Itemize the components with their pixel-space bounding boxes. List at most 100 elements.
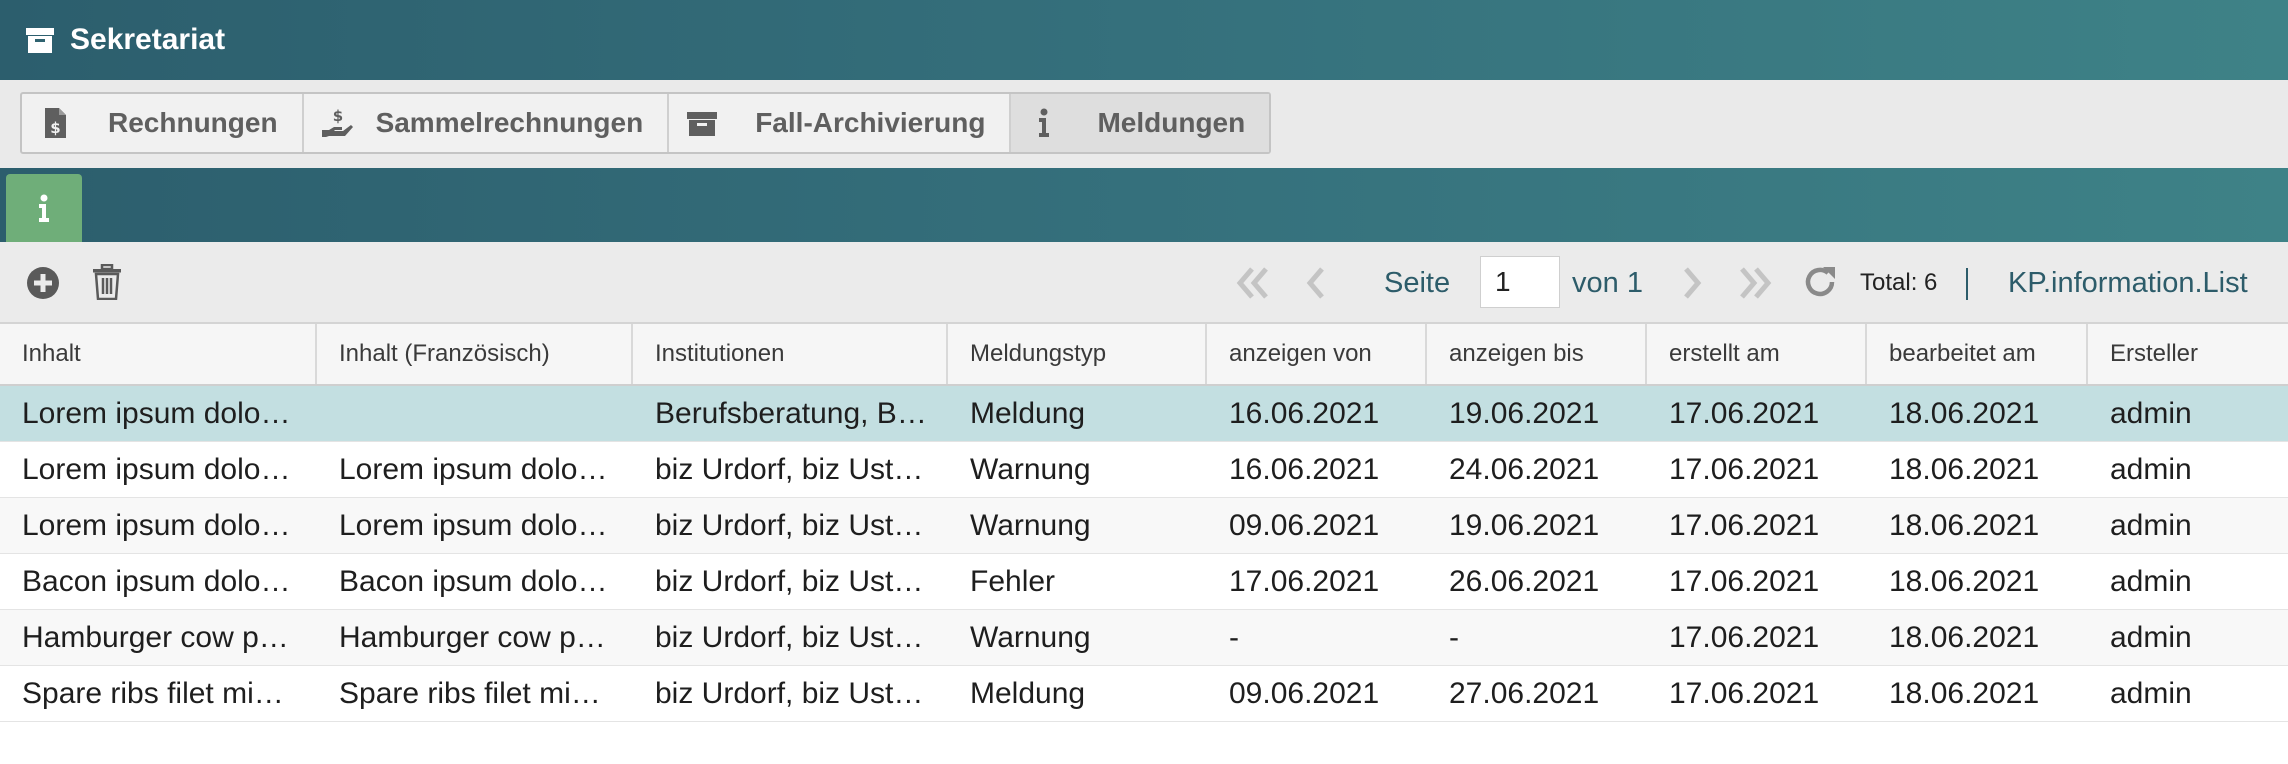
cell-anzeigen-von: 16.06.2021 (1229, 452, 1380, 486)
cell-meldungstyp: Warnung (970, 620, 1091, 654)
column-header-inhalt-franzoesisch[interactable]: Inhalt (Französisch) (317, 324, 633, 384)
tab-sammelrechnungen[interactable]: $ Sammelrechnungen (304, 94, 670, 152)
total-count: Total: 6 (1860, 269, 1938, 296)
cell-inhalt-franzoesisch: Spare ribs filet mi… (339, 676, 601, 710)
next-page-icon[interactable] (1680, 266, 1704, 300)
list-name-link[interactable]: KP.information.List (2008, 242, 2248, 324)
cell-erstellt-am: 17.06.2021 (1669, 508, 1820, 542)
cell-bearbeitet-am: 18.06.2021 (1889, 452, 2040, 486)
info-icon (1039, 108, 1050, 137)
tab-sammelrechnungen-label: Sammelrechnungen (375, 107, 644, 138)
info-subtab[interactable] (6, 174, 82, 242)
column-header-ersteller[interactable]: Ersteller (2088, 324, 2288, 384)
cell-ersteller: admin (2110, 396, 2192, 430)
messages-table: Inhalt Inhalt (Französisch) Institutione… (0, 324, 2288, 722)
cell-meldungstyp: Warnung (970, 452, 1091, 486)
page-number-input[interactable] (1480, 256, 1560, 308)
cell-ersteller: admin (2110, 676, 2192, 710)
column-header-erstellt-am[interactable]: erstellt am (1647, 324, 1867, 384)
table-row[interactable]: Lorem ipsum dolo… Berufsberatung, B… Mel… (0, 386, 2288, 442)
cell-anzeigen-bis: 24.06.2021 (1449, 452, 1600, 486)
cell-inhalt: Lorem ipsum dolo… (22, 508, 291, 542)
cell-erstellt-am: 17.06.2021 (1669, 564, 1820, 598)
app-title: Sekretariat (70, 23, 226, 56)
cell-erstellt-am: 17.06.2021 (1669, 396, 1820, 430)
cell-ersteller: admin (2110, 564, 2192, 598)
tab-rechnungen[interactable]: $ Rechnungen (22, 94, 304, 152)
invoice-dollar-icon: $ (45, 108, 66, 138)
cell-bearbeitet-am: 18.06.2021 (1889, 508, 2040, 542)
archive-box-icon (26, 28, 54, 53)
cell-erstellt-am: 17.06.2021 (1669, 620, 1820, 654)
trash-icon[interactable] (92, 264, 122, 300)
cell-institutionen: Berufsberatung, B… (655, 396, 927, 430)
cell-inhalt-franzoesisch: Lorem ipsum dolo… (339, 508, 608, 542)
last-page-icon[interactable] (1734, 266, 1774, 300)
cell-institutionen: biz Urdorf, biz Ust… (655, 564, 924, 598)
cell-ersteller: admin (2110, 620, 2192, 654)
cell-anzeigen-von: 09.06.2021 (1229, 508, 1380, 542)
cell-inhalt-franzoesisch: Lorem ipsum dolo… (339, 452, 608, 486)
tab-meldungen[interactable]: Meldungen (1011, 94, 1270, 152)
page-count-label: von 1 (1572, 266, 1643, 299)
column-header-meldungstyp[interactable]: Meldungstyp (948, 324, 1207, 384)
cell-inhalt-franzoesisch (317, 386, 633, 441)
info-icon (39, 194, 49, 222)
table-row[interactable]: Lorem ipsum dolo… Lorem ipsum dolo… biz … (0, 442, 2288, 498)
cell-ersteller: admin (2110, 452, 2192, 486)
hand-dollar-icon: $ (321, 107, 353, 137)
cell-anzeigen-von: 09.06.2021 (1229, 676, 1380, 710)
cell-inhalt: Hamburger cow p… (22, 620, 289, 654)
cell-meldungstyp: Meldung (970, 396, 1086, 430)
column-header-inhalt[interactable]: Inhalt (0, 324, 317, 384)
page-label: Seite (1384, 266, 1451, 299)
cell-anzeigen-bis: 27.06.2021 (1449, 676, 1600, 710)
table-row[interactable]: Lorem ipsum dolo… Lorem ipsum dolo… biz … (0, 498, 2288, 554)
column-header-institutionen[interactable]: Institutionen (633, 324, 948, 384)
toolbar-separator (1966, 268, 1968, 300)
table-row[interactable]: Hamburger cow p… Hamburger cow p… biz Ur… (0, 610, 2288, 666)
table-row[interactable]: Spare ribs filet mi… Spare ribs filet mi… (0, 666, 2288, 722)
column-header-bearbeitet-am[interactable]: bearbeitet am (1867, 324, 2088, 384)
table-row[interactable]: Bacon ipsum dolo… Bacon ipsum dolo… biz … (0, 554, 2288, 610)
cell-inhalt: Lorem ipsum dolo… (22, 452, 291, 486)
cell-bearbeitet-am: 18.06.2021 (1889, 396, 2040, 430)
tab-fall-archivierung[interactable]: Fall-Archivierung (669, 94, 1012, 152)
table-header: Inhalt Inhalt (Französisch) Institutione… (0, 324, 2288, 386)
column-header-anzeigen-bis[interactable]: anzeigen bis (1427, 324, 1647, 384)
cell-ersteller: admin (2110, 508, 2192, 542)
cell-institutionen: biz Urdorf, biz Ust… (655, 508, 924, 542)
add-circle-icon[interactable] (26, 266, 60, 300)
cell-bearbeitet-am: 18.06.2021 (1889, 620, 2040, 654)
cell-anzeigen-bis: 26.06.2021 (1449, 564, 1600, 598)
cell-inhalt: Lorem ipsum dolo… (22, 396, 291, 430)
previous-page-icon[interactable] (1304, 266, 1328, 300)
svg-text:$: $ (332, 107, 342, 125)
cell-inhalt-franzoesisch: Bacon ipsum dolo… (339, 564, 608, 598)
cell-anzeigen-von: - (1229, 620, 1239, 654)
cell-inhalt: Spare ribs filet mi… (22, 676, 284, 710)
tab-group: $ Rechnungen $ Sammelrechnungen Fall-Arc… (20, 92, 1272, 154)
cell-anzeigen-von: 16.06.2021 (1229, 396, 1380, 430)
cell-institutionen: biz Urdorf, biz Ust… (655, 676, 924, 710)
cell-institutionen: biz Urdorf, biz Ust… (655, 452, 924, 486)
refresh-icon[interactable] (1802, 264, 1838, 300)
cell-anzeigen-bis: 19.06.2021 (1449, 508, 1600, 542)
cell-anzeigen-von: 17.06.2021 (1229, 564, 1380, 598)
cell-meldungstyp: Fehler (970, 564, 1056, 598)
column-header-anzeigen-von[interactable]: anzeigen von (1207, 324, 1427, 384)
cell-bearbeitet-am: 18.06.2021 (1889, 564, 2040, 598)
tab-meldungen-label: Meldungen (1097, 107, 1246, 138)
app-title-bar: Sekretariat (0, 0, 2288, 80)
cell-bearbeitet-am: 18.06.2021 (1889, 676, 2040, 710)
cell-meldungstyp: Meldung (970, 676, 1086, 710)
grid-toolbar: Seite von 1 Total: 6 KP.information.List (0, 242, 2288, 324)
cell-anzeigen-bis: 19.06.2021 (1449, 396, 1600, 430)
cell-erstellt-am: 17.06.2021 (1669, 452, 1820, 486)
cell-anzeigen-bis: - (1449, 620, 1459, 654)
first-page-icon[interactable] (1234, 266, 1274, 300)
cell-institutionen: biz Urdorf, biz Ust… (655, 620, 924, 654)
svg-text:$: $ (50, 119, 60, 137)
cell-meldungstyp: Warnung (970, 508, 1091, 542)
sub-tab-bar (0, 168, 2288, 242)
